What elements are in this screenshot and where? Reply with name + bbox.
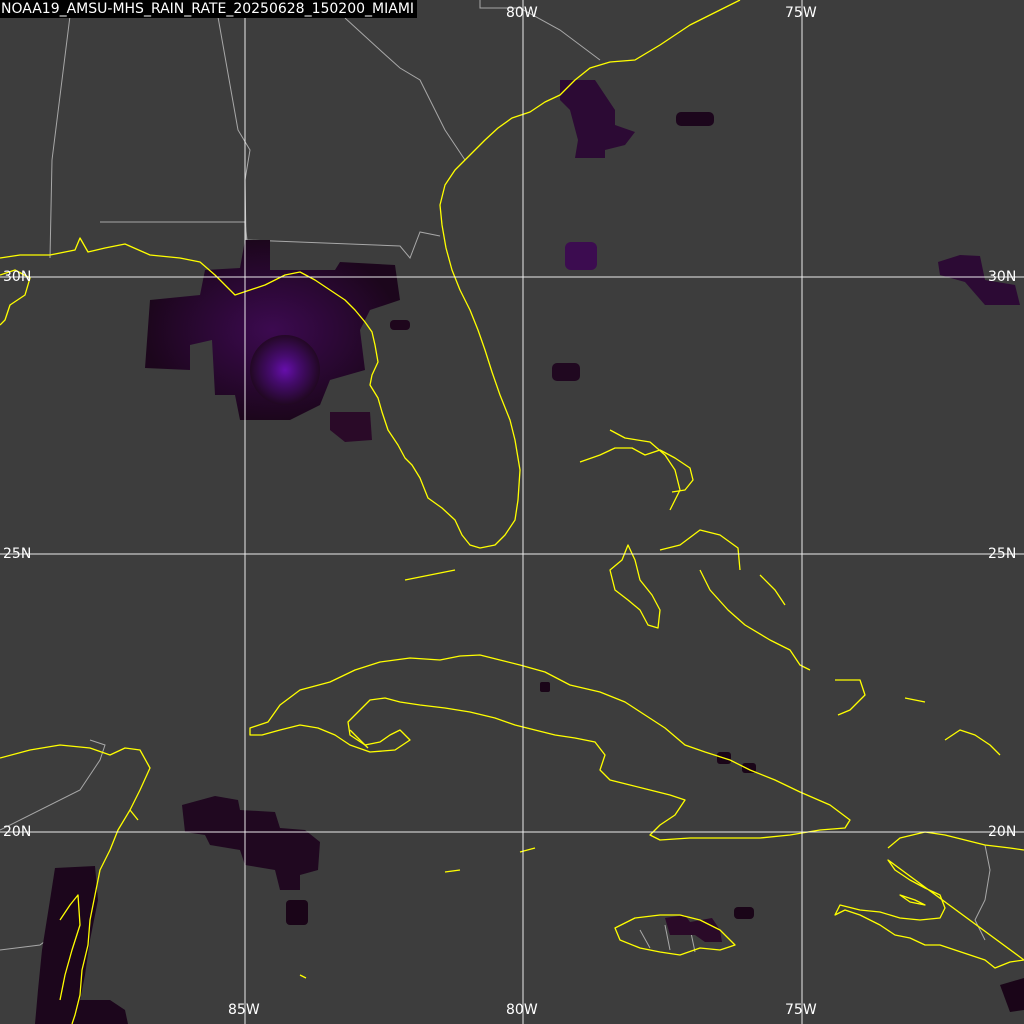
label-right-30n: 30N: [988, 269, 1017, 285]
rain-blob-carolina: [560, 80, 635, 158]
coast-bahamas-abaco: [609, 429, 681, 511]
label-bottom-75w: 75W: [785, 1002, 817, 1018]
coast-gonave: [899, 894, 926, 906]
rain-blob-yucatan-sea: [182, 796, 320, 890]
political-borders: [0, 0, 991, 953]
coast-bahamas-andros: [609, 544, 661, 629]
coast-turks: [944, 729, 1001, 756]
lat-lon-grid: [0, 0, 1024, 1024]
rain-blob-gulf-core: [250, 335, 320, 405]
label-top-75w: 75W: [785, 5, 817, 21]
label-left-20n: 20N: [3, 824, 32, 840]
map-canvas: [0, 0, 1024, 1024]
rain-blob-atlantic-1: [676, 112, 714, 126]
coast-fl-keys: [404, 569, 456, 581]
label-right-25n: 25N: [988, 546, 1017, 562]
rain-blob-atlantic-2: [565, 242, 597, 270]
coast-bahamas-grand: [579, 447, 694, 493]
border-alabama-mississippi: [49, 0, 73, 259]
rain-blob-se-corner: [1000, 978, 1024, 1012]
label-bottom-80w: 80W: [506, 1002, 538, 1018]
coast-cuba: [249, 654, 851, 841]
coast-bahamas-mayaguana: [904, 697, 926, 703]
label-left-30n: 30N: [3, 269, 32, 285]
coast-swan: [299, 974, 307, 979]
coast-cozumel: [129, 809, 139, 821]
rain-blob-gulf-south: [330, 412, 372, 442]
rain-blob-gulf-small: [390, 320, 410, 330]
coast-cayman: [444, 847, 536, 873]
rain-blob-jamaica: [665, 915, 722, 942]
coast-bahamas-eleuthera: [659, 529, 741, 571]
label-bottom-85w: 85W: [228, 1002, 260, 1018]
label-right-20n: 20N: [988, 824, 1017, 840]
coast-bahamas-inagua: [835, 679, 866, 716]
label-left-25n: 25N: [3, 546, 32, 562]
border-georgia-sc: [344, 17, 466, 161]
rain-blob-cuba-1: [540, 682, 550, 692]
coast-bahamas-exuma: [699, 569, 811, 671]
coastlines: [0, 0, 1024, 1024]
image-title: NOAA19_AMSU-MHS_RAIN_RATE_20250628_15020…: [0, 0, 418, 18]
coast-hispaniola: [834, 831, 1024, 969]
rain-blob-atlantic-3: [552, 363, 580, 381]
rain-blob-yucatan-small: [286, 900, 308, 925]
rain-blob-central-america: [35, 866, 128, 1024]
satellite-map: NOAA19_AMSU-MHS_RAIN_RATE_20250628_15020…: [0, 0, 1024, 1024]
coast-bahamas-cat: [759, 574, 786, 606]
rain-blob-jamaica-east: [734, 907, 754, 919]
border-nc-sc: [479, 0, 601, 61]
label-top-80w: 80W: [506, 5, 538, 21]
